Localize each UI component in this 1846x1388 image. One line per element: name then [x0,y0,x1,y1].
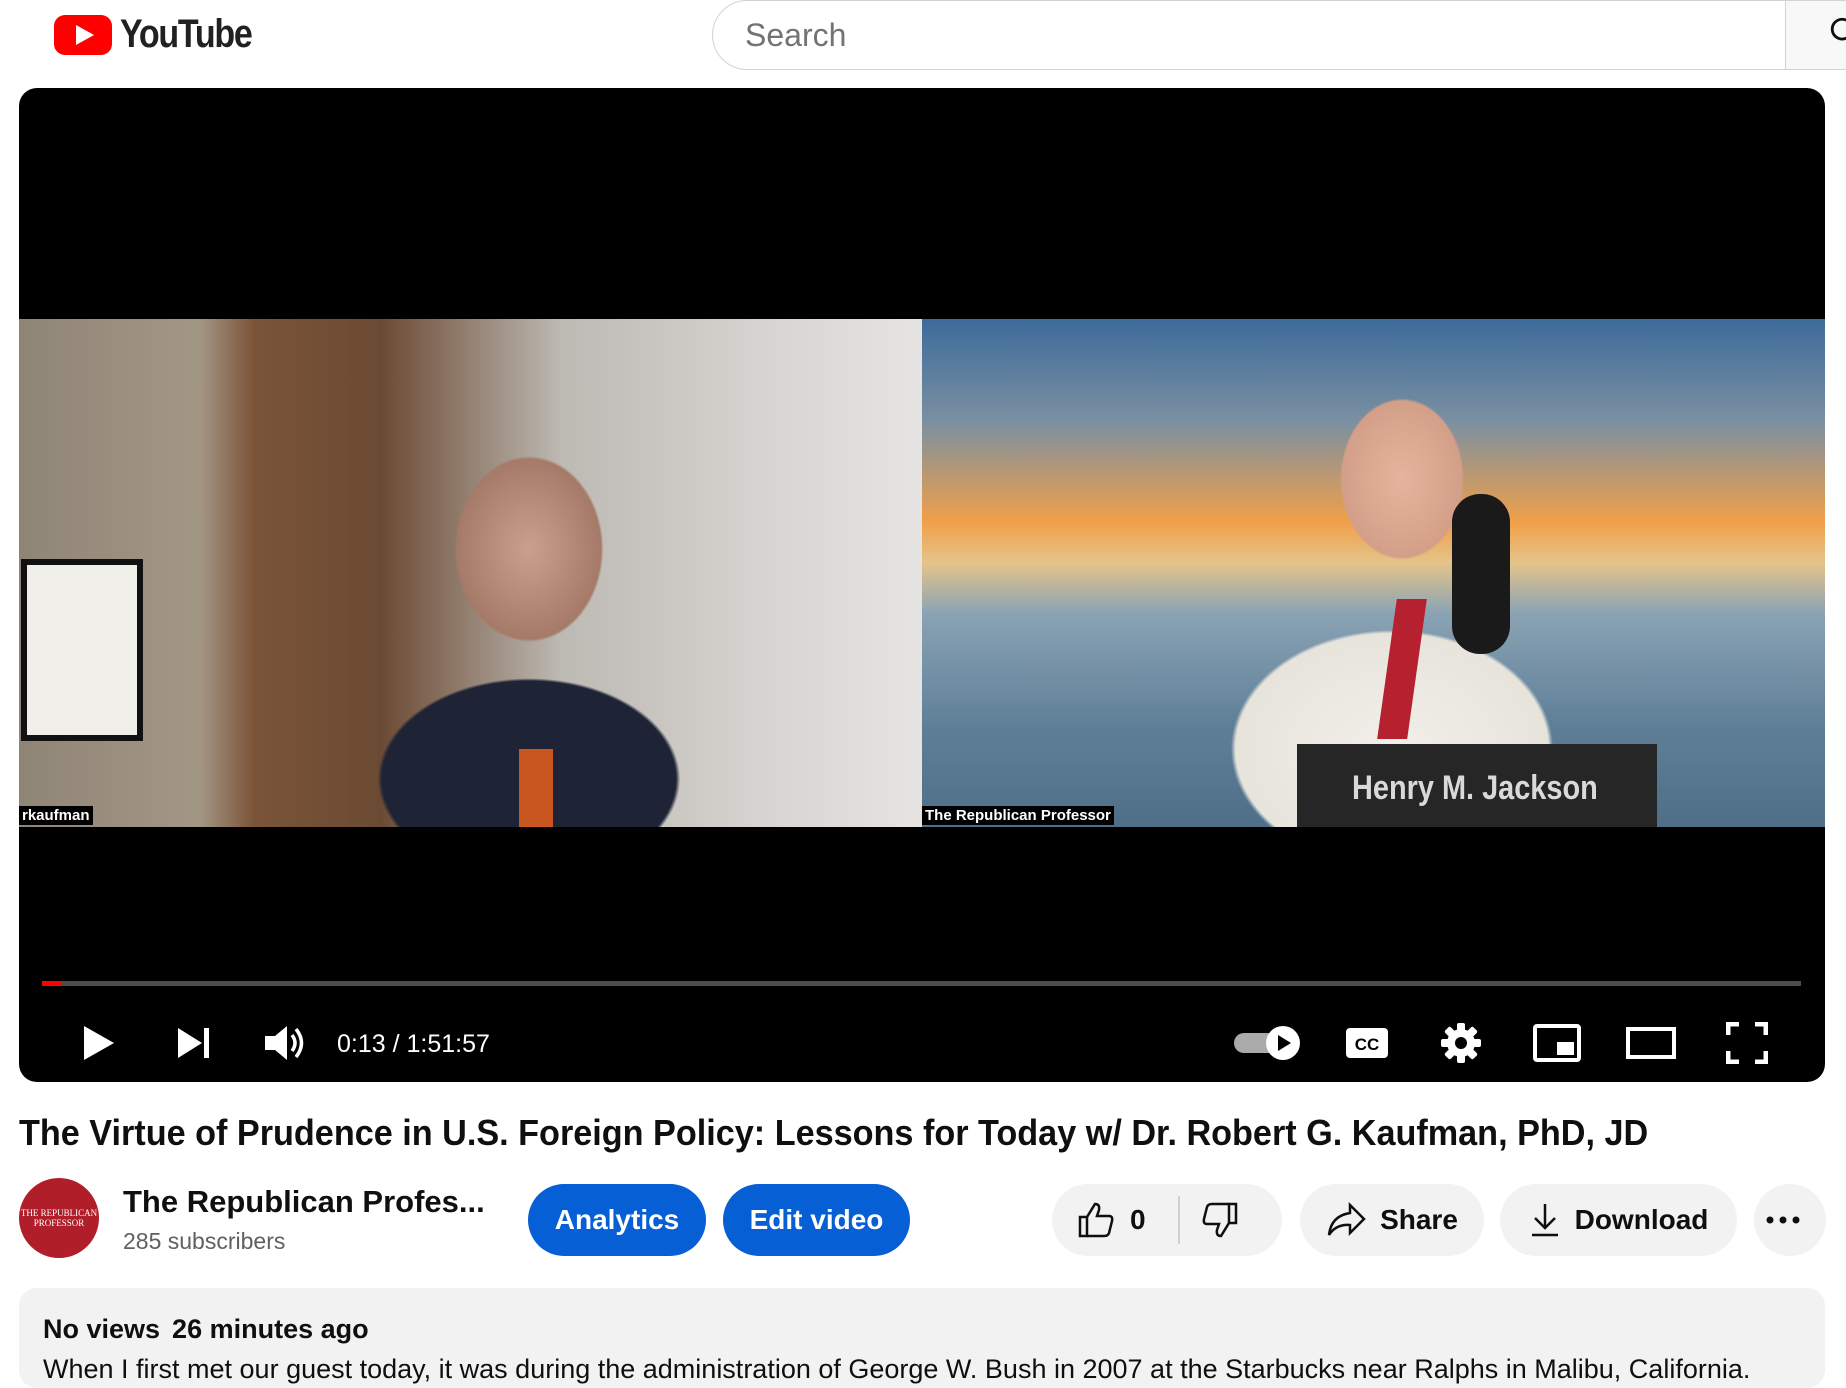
miniplayer-icon [1533,1024,1581,1062]
miniplayer-button[interactable] [1527,1008,1587,1078]
settings-button[interactable] [1433,1008,1489,1078]
volume-icon [265,1026,304,1060]
channel-name[interactable]: The Republican Profes... [123,1184,485,1220]
search-placeholder: Search [745,17,847,53]
progress-bar[interactable] [42,981,1801,986]
upload-age: 26 minutes ago [172,1314,369,1344]
thumbs-down-icon [1202,1202,1238,1238]
more-actions-button[interactable] [1754,1184,1826,1256]
avatar-text: THE REPUBLICAN PROFESSOR [20,1208,98,1228]
play-button[interactable] [69,1008,129,1078]
subscriber-count: 285 subscribers [123,1228,286,1254]
time-display: 0:13 / 1:51:57 [337,1030,490,1058]
gear-icon [1441,1023,1481,1063]
search-button[interactable] [1785,0,1846,70]
youtube-logo[interactable]: YouTube [54,12,275,57]
description-box[interactable]: No views 26 minutes ago When I first met … [19,1288,1825,1388]
progress-played [42,981,62,986]
autoplay-toggle[interactable] [1232,1024,1302,1062]
dislike-button[interactable] [1200,1200,1240,1245]
guest-name-tag: rkaufman [19,806,93,825]
analytics-button[interactable]: Analytics [528,1184,706,1256]
download-label: Download [1574,1204,1709,1235]
like-count: 0 [1130,1204,1146,1235]
player-controls: 0:13 / 1:51:57 CC [19,1008,1825,1078]
video-title: The Virtue of Prudence in U.S. Foreign P… [19,1112,1649,1153]
theater-icon [1626,1027,1676,1059]
captions-button[interactable]: CC [1339,1008,1395,1078]
share-icon [1327,1202,1366,1237]
logo-text: YouTube [120,12,253,56]
play-icon [84,1026,114,1060]
like-divider [1178,1196,1180,1244]
youtube-play-icon [54,14,112,55]
cc-icon: CC [1346,1028,1388,1058]
description-meta: No views 26 minutes ago [43,1314,381,1345]
video-player[interactable]: rkaufman Henry M. Jackson The Republican… [19,88,1825,1082]
autoplay-icon [1234,1026,1300,1060]
share-label: Share [1380,1204,1458,1235]
host-tie [1377,599,1427,739]
view-count: No views [43,1314,161,1344]
download-button[interactable]: Download [1500,1184,1737,1256]
thumbs-up-icon [1078,1202,1114,1238]
theater-mode-button[interactable] [1621,1008,1681,1078]
share-button[interactable]: Share [1300,1184,1484,1256]
wall-picture [21,559,143,741]
host-name-tag: The Republican Professor [922,806,1114,825]
microphone [1452,494,1510,654]
description-text: When I first met our guest today, it was… [43,1354,1751,1384]
volume-button[interactable] [254,1008,314,1078]
edit-video-label: Edit video [749,1204,884,1235]
channel-avatar[interactable]: THE REPUBLICAN PROFESSOR [19,1178,99,1258]
next-button[interactable] [164,1008,224,1078]
guest-tie [519,749,553,827]
like-dislike-group: 0 [1052,1184,1282,1256]
video-pane-host: Henry M. Jackson The Republican Professo… [922,319,1825,827]
book-title: Henry M. Jackson [1352,769,1598,807]
edit-video-button[interactable]: Edit video [723,1184,910,1256]
video-pane-guest: rkaufman [19,319,922,827]
more-horizontal-icon [1766,1216,1800,1224]
like-button[interactable]: 0 [1076,1200,1146,1240]
search-icon [1830,17,1846,41]
fullscreen-button[interactable] [1719,1008,1775,1078]
next-icon [178,1028,209,1058]
svg-text:CC: CC [1355,1035,1380,1054]
fullscreen-icon [1726,1022,1768,1064]
analytics-label: Analytics [554,1204,680,1235]
download-icon [1531,1204,1558,1237]
search-input[interactable]: Search [712,0,1785,70]
